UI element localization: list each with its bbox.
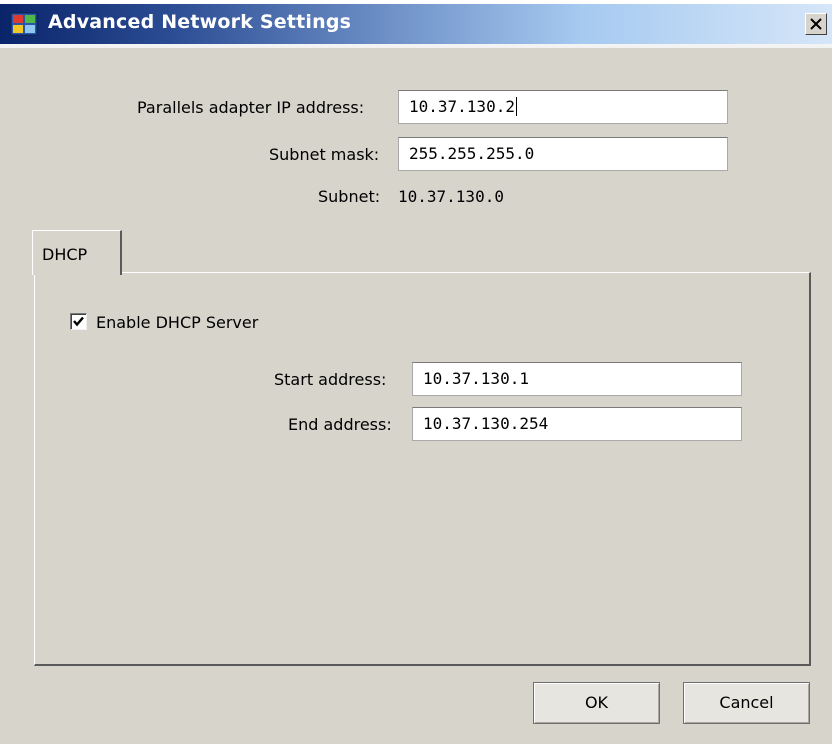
cancel-button[interactable]: Cancel (683, 682, 810, 724)
title-bar[interactable]: Advanced Network Settings (0, 0, 832, 48)
adapter-ip-value: 10.37.130.2 (409, 97, 515, 116)
close-button[interactable] (805, 13, 827, 35)
subnet-value: 10.37.130.0 (398, 187, 504, 206)
adapter-ip-input[interactable]: 10.37.130.2 (398, 90, 728, 124)
subnet-mask-label: Subnet mask: (269, 145, 380, 164)
subnet-mask-input[interactable]: 255.255.255.0 (398, 137, 728, 171)
close-icon (810, 18, 822, 30)
advanced-network-settings-dialog: Advanced Network Settings Parallels adap… (0, 0, 832, 744)
subnet-mask-value: 255.255.255.0 (409, 144, 535, 163)
network-settings-icon (10, 12, 38, 36)
adapter-ip-label: Parallels adapter IP address: (137, 98, 365, 117)
dhcp-tab-panel (34, 272, 811, 666)
text-caret (515, 97, 517, 116)
ok-button[interactable]: OK (533, 682, 660, 724)
subnet-label: Subnet: (318, 187, 381, 206)
window-title: Advanced Network Settings (48, 11, 352, 33)
tab-dhcp[interactable]: DHCP (32, 230, 122, 275)
tab-dhcp-label: DHCP (42, 245, 88, 264)
